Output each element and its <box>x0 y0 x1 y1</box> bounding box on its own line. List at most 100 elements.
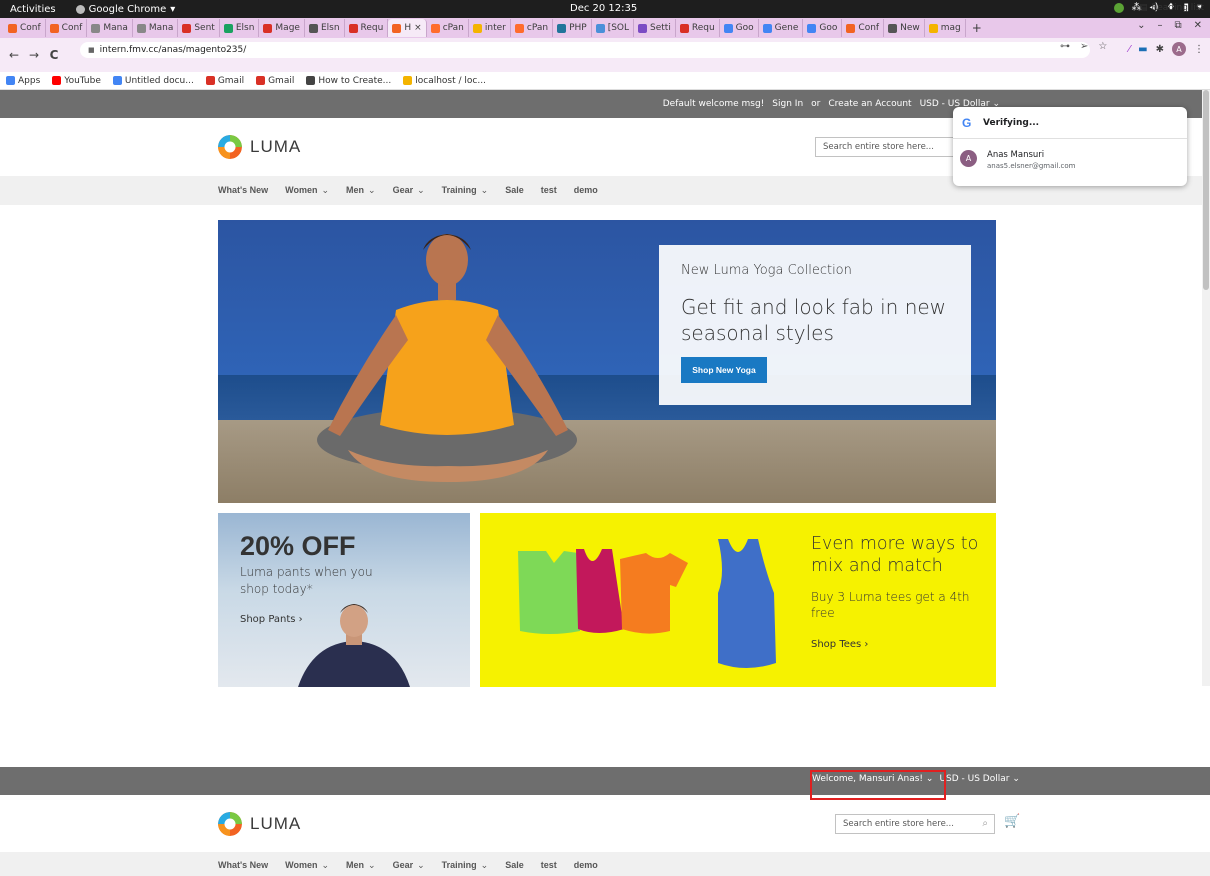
promo-tees-block[interactable]: Even more ways to mix and match Buy 3 Lu… <box>480 513 996 687</box>
browser-tab[interactable]: cPan <box>511 19 554 37</box>
store-logo[interactable]: LUMA <box>218 135 301 159</box>
nav-item[interactable]: test <box>541 860 557 871</box>
pen-extension-icon[interactable]: ⁄ <box>1128 44 1130 55</box>
browser-tab[interactable]: Requ <box>676 19 720 37</box>
restore-button[interactable]: ⧉ <box>1174 20 1181 31</box>
nav-item[interactable]: Men ⌄ <box>346 185 376 196</box>
nav-item[interactable]: demo <box>574 185 598 196</box>
cart-icon[interactable]: 🛒 <box>1004 814 1020 829</box>
account-name[interactable]: Anas Mansuri <box>987 150 1044 160</box>
nav-item[interactable]: Sale <box>505 185 524 196</box>
send-icon[interactable]: ➢ <box>1080 41 1088 52</box>
sign-in-link[interactable]: Sign In <box>772 99 803 109</box>
tab-favicon-icon <box>514 23 524 33</box>
tab-search-icon[interactable]: ⌄ <box>1137 20 1145 31</box>
browser-tab[interactable]: [SOL <box>592 19 635 37</box>
currency-label: USD - US Dollar <box>939 774 1010 784</box>
close-window-button[interactable]: ✕ <box>1194 20 1202 31</box>
browser-tab[interactable]: Goo <box>803 19 843 37</box>
currency-switcher[interactable]: USD - US Dollar ⌄ <box>939 774 1019 784</box>
browser-tab[interactable]: New <box>884 19 925 37</box>
browser-tab[interactable]: Conf <box>46 19 88 37</box>
browser-tab[interactable]: Mage <box>259 19 305 37</box>
browser-tab[interactable]: inter <box>469 19 511 37</box>
scrollbar-thumb[interactable] <box>1203 90 1209 290</box>
nav-item[interactable]: Men ⌄ <box>346 860 376 871</box>
nav-item[interactable]: Training ⌄ <box>442 185 489 196</box>
browser-tab[interactable]: Elsn <box>220 19 260 37</box>
url-text: intern.fmv.cc/anas/magento235/ <box>99 45 247 55</box>
promo-pants-block[interactable]: 20% OFF Luma pants when you shop today* … <box>218 513 470 687</box>
tab-favicon-icon <box>557 23 567 33</box>
shop-tees-link[interactable]: Shop Tees › <box>811 639 868 650</box>
nav-item[interactable]: test <box>541 185 557 196</box>
screen-extension-icon[interactable]: ▬ <box>1138 44 1147 55</box>
clock[interactable]: Dec 20 12:35 <box>570 3 637 14</box>
browser-tab[interactable]: Sent <box>178 19 220 37</box>
forward-button[interactable]: → <box>24 48 44 62</box>
reading-list-button[interactable]: ▤ Reading list <box>1139 3 1204 13</box>
nav-item[interactable]: demo <box>574 860 598 871</box>
promo-tees-text: Buy 3 Luma tees get a 4th free <box>811 590 970 620</box>
tab-title: Mage <box>275 23 300 33</box>
browser-tab[interactable]: PHP <box>553 19 592 37</box>
address-bar[interactable]: ■ intern.fmv.cc/anas/magento235/ <box>80 42 1090 58</box>
minimize-button[interactable]: – <box>1157 20 1162 31</box>
tab-title: Sent <box>194 23 215 33</box>
bookmark-item[interactable]: Gmail <box>256 76 294 86</box>
hero-subtitle: New Luma Yoga Collection <box>681 263 852 278</box>
browser-tab[interactable]: mag <box>925 19 966 37</box>
nav-item[interactable]: Women ⌄ <box>285 185 329 196</box>
nav-item[interactable]: Gear ⌄ <box>393 185 425 196</box>
browser-tab[interactable]: Setti <box>634 19 676 37</box>
back-button[interactable]: ← <box>4 48 24 62</box>
bookmark-item[interactable]: How to Create... <box>306 76 391 86</box>
nav-item[interactable]: Gear ⌄ <box>393 860 425 871</box>
new-tab-button[interactable]: + <box>972 21 982 35</box>
profile-avatar[interactable]: A <box>1172 42 1186 56</box>
search-input-2[interactable]: Search entire store here... ⌕ <box>835 814 995 834</box>
browser-tab[interactable]: cPan <box>427 19 469 37</box>
bookmark-item[interactable]: YouTube <box>52 76 101 86</box>
bookmark-item[interactable]: Gmail <box>205 76 244 86</box>
nav-item-label: Sale <box>505 185 524 195</box>
page-scrollbar[interactable] <box>1202 90 1210 686</box>
bookmark-item[interactable]: localhost / loc... <box>403 76 486 86</box>
nav-item[interactable]: Sale <box>505 860 524 871</box>
bookmark-star-icon[interactable]: ☆ <box>1098 41 1107 52</box>
more-menu-icon[interactable]: ⋮ <box>1194 44 1204 55</box>
browser-tab[interactable]: Mana <box>87 19 133 37</box>
search-icon[interactable]: ⌕ <box>982 818 988 829</box>
bookmark-item[interactable]: Untitled docu... <box>112 76 194 86</box>
browser-tab[interactable]: Elsn <box>305 19 345 37</box>
browser-tab[interactable]: Goo <box>720 19 759 37</box>
bookmark-label: Apps <box>18 75 41 86</box>
browser-tab[interactable]: Conf <box>4 19 46 37</box>
bookmarks-bar: Apps YouTube Untitled docu... Gmail Gmail How… <box>0 72 1210 90</box>
activities-button[interactable]: Activities <box>10 4 56 15</box>
bookmark-item[interactable]: Apps <box>6 76 40 86</box>
app-menu[interactable]: Google Chrome ▾ <box>75 4 175 15</box>
tab-favicon-icon <box>91 23 101 33</box>
nav-item-label: Training <box>441 185 477 195</box>
key-icon[interactable]: ⊶ <box>1060 41 1070 52</box>
tab-title: cPan <box>526 23 549 33</box>
browser-tab[interactable]: Conf <box>842 19 885 37</box>
browser-tab[interactable]: Requ <box>345 19 389 37</box>
account-avatar[interactable]: A <box>960 150 977 167</box>
create-account-link[interactable]: Create an Account <box>828 99 911 109</box>
browser-tab[interactable]: Gene <box>759 19 804 37</box>
bookmark-label: YouTube <box>64 75 101 86</box>
tab-close-icon[interactable]: × <box>414 23 422 33</box>
nav-item[interactable]: Women ⌄ <box>285 860 329 871</box>
nav-item-label: Sale <box>505 860 524 870</box>
store-logo-2[interactable]: LUMA <box>218 812 301 836</box>
nav-item[interactable]: Training ⌄ <box>442 860 489 871</box>
nav-item[interactable]: What's New <box>218 185 268 196</box>
browser-tab[interactable]: Mana <box>133 19 179 37</box>
reload-button[interactable]: C <box>44 48 64 62</box>
nav-item[interactable]: What's New <box>218 860 268 871</box>
extensions-puzzle-icon[interactable]: ✱ <box>1156 44 1164 55</box>
browser-tab[interactable]: H × <box>388 19 427 37</box>
shop-new-yoga-button[interactable]: Shop New Yoga <box>681 357 767 383</box>
